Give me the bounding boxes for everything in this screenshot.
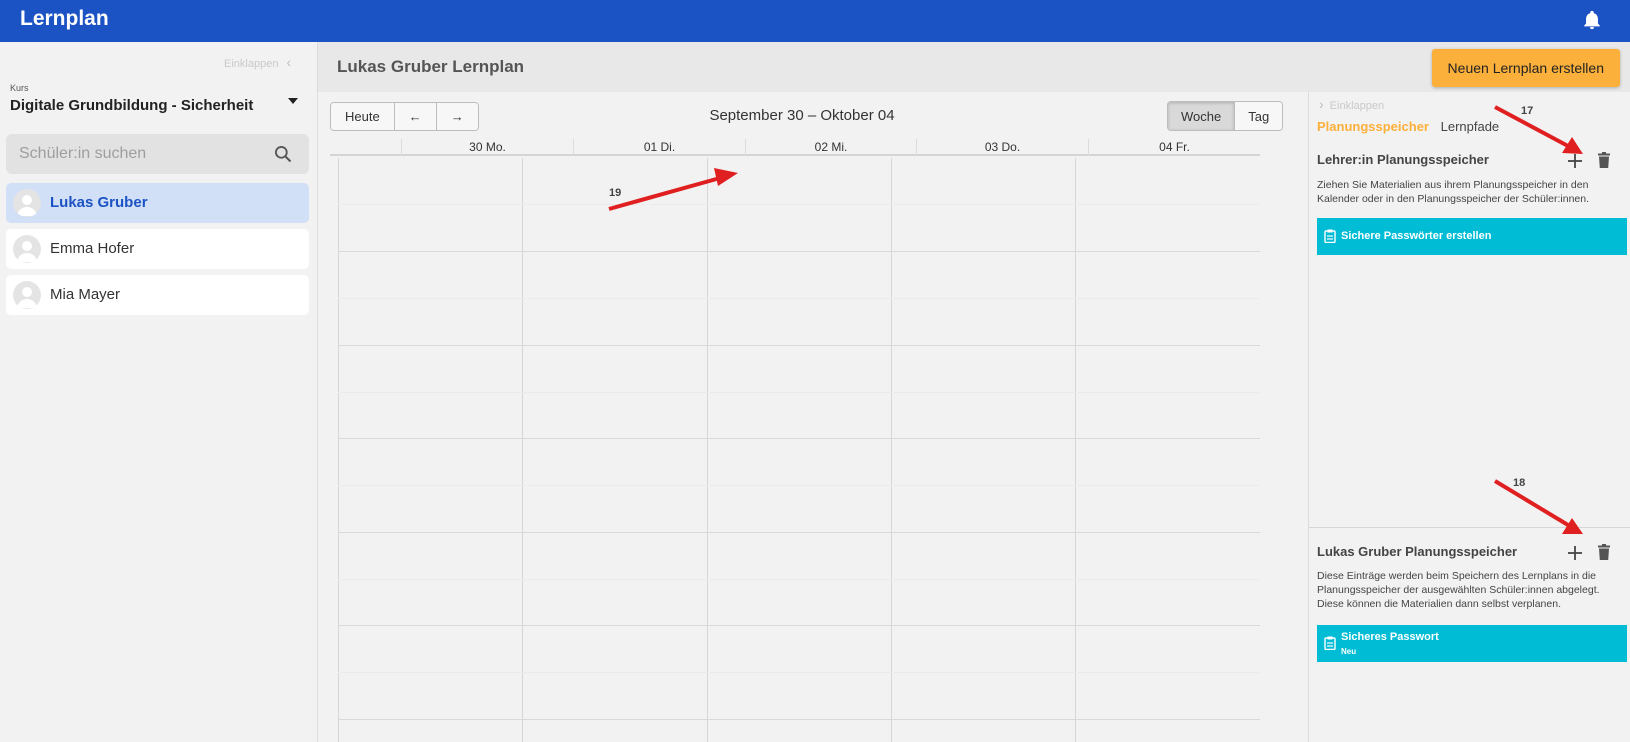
student-sidebar: Einklappen ‹ Kurs Digitale Grundbildung -… [0,42,318,742]
tab-planungsspeicher[interactable]: Planungsspeicher [1317,119,1429,134]
grid-line [338,438,1260,439]
view-day-button[interactable]: Tag [1235,102,1283,130]
planning-panel: › Einklappen Planungsspeicher Lernpfade L… [1308,92,1630,742]
trash-icon[interactable] [1595,151,1613,169]
calendar-nav-group: Heute ← → [330,102,479,131]
student-item-mia-mayer[interactable]: Mia Mayer [6,275,309,315]
calendar-grid[interactable] [338,158,1260,742]
grid-line [338,719,1260,720]
search-icon[interactable] [273,144,293,164]
annotation-label: 17 [1521,105,1534,117]
grid-line [338,579,1260,580]
plus-icon[interactable] [1566,152,1584,170]
course-select[interactable]: Digitale Grundbildung - Sicherheit [10,97,253,114]
collapse-sidebar-button[interactable]: Einklappen ‹ [224,54,291,70]
grid-line [1075,158,1076,742]
student-storage-title: Lukas Gruber Planungsspeicher [1317,544,1518,559]
section-divider [1309,527,1630,528]
student-name: Lukas Gruber [50,194,148,211]
day-header: 01 Di. [573,139,745,156]
annotation-label: 18 [1513,477,1526,489]
collapse-label: Einklappen [1329,100,1385,112]
course-label: Kurs [10,83,29,93]
grid-line [338,485,1260,486]
day-header-row: 30 Mo. 01 Di. 02 Mi. 03 Do. 04 Fr. [330,139,1260,156]
prev-week-button[interactable]: ← [394,103,437,130]
view-toggle: Woche Tag [1167,101,1284,131]
collapse-label: Einklappen [224,58,279,70]
material-title: Sicheres Passwort [1341,631,1439,643]
page-title: Lukas Gruber Lernplan [337,57,525,76]
clipboard-icon [1324,229,1336,243]
grid-line [338,345,1260,346]
date-range: September 30 – Oktober 04 [709,107,895,124]
grid-line [891,158,892,742]
chevron-right-icon: › [1319,96,1324,112]
student-item-emma-hofer[interactable]: Emma Hofer [6,229,309,269]
app-title: Lernplan [20,7,109,30]
annotation-label: 19 [609,187,622,199]
grid-line [707,158,708,742]
new-plan-button[interactable]: Neuen Lernplan erstellen [1431,49,1620,87]
chevron-left-icon: ‹ [286,54,292,70]
plus-icon[interactable] [1566,544,1584,562]
main-header: Lukas Gruber Lernplan Neuen Lernplan ers… [318,42,1630,92]
avatar [13,235,41,263]
grid-line [338,625,1260,626]
student-storage-description: Diese Einträge werden beim Speichern des… [1317,570,1600,610]
student-search-input[interactable] [19,143,259,165]
clipboard-icon [1324,636,1336,650]
grid-line [522,158,523,742]
caret-down-icon[interactable] [288,98,298,104]
top-app-bar: Lernplan [0,0,1630,42]
avatar [13,189,41,217]
trash-icon[interactable] [1595,543,1613,561]
student-search [6,134,309,174]
day-header: 02 Mi. [745,139,916,156]
material-item[interactable]: Sicheres Passwort Neu [1317,625,1627,662]
grid-line [338,204,1260,205]
grid-line [338,672,1260,673]
day-header: 30 Mo. [401,139,573,156]
bell-icon[interactable] [1581,8,1603,32]
grid-line [338,298,1260,299]
teacher-storage-title: Lehrer:in Planungsspeicher [1317,152,1489,167]
teacher-storage-description: Ziehen Sie Materialien aus ihrem Planung… [1317,179,1590,205]
next-week-button[interactable]: → [436,103,478,130]
student-name: Emma Hofer [50,240,135,257]
grid-line [338,532,1260,533]
student-item-lukas-gruber[interactable]: Lukas Gruber [6,183,309,223]
today-button[interactable]: Heute [331,103,395,130]
grid-line [338,158,339,742]
material-badge: Neu [1341,647,1357,656]
tab-lernpfade[interactable]: Lernpfade [1441,119,1500,134]
day-header: 03 Do. [916,139,1088,156]
grid-line [338,251,1260,252]
student-name: Mia Mayer [50,286,121,303]
day-header: 04 Fr. [1088,139,1260,156]
view-week-button[interactable]: Woche [1168,102,1236,130]
grid-line [338,392,1260,393]
material-item[interactable]: Sichere Passwörter erstellen [1317,218,1627,255]
collapse-panel-button[interactable]: › Einklappen [1319,96,1384,112]
calendar: Heute ← → September 30 – Oktober 04 Woch… [318,92,1308,742]
material-title: Sichere Passwörter erstellen [1341,230,1492,242]
avatar [13,281,41,309]
panel-tabs: Planungsspeicher Lernpfade [1317,119,1499,134]
